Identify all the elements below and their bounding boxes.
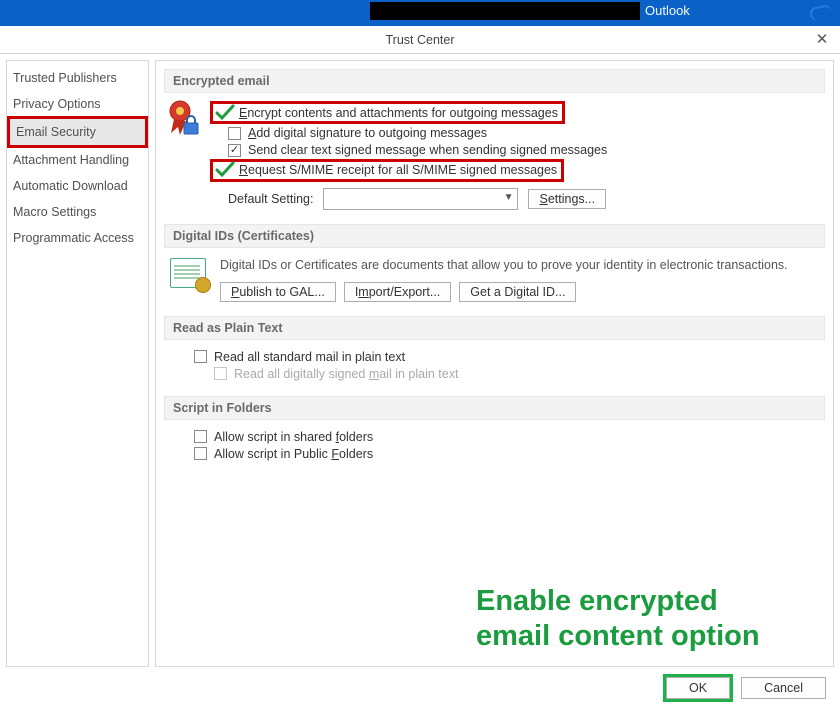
outlook-title-bar: Outlook [0, 0, 840, 26]
sidebar-item-email-security[interactable]: Email Security [10, 119, 145, 145]
highlight-email-security: Email Security [7, 116, 148, 148]
settings-panel: Encrypted email Encrypt contents and att… [155, 60, 834, 667]
checkbox-icon[interactable] [228, 127, 241, 140]
checkbox-script-shared[interactable]: Allow script in shared folders [214, 430, 373, 444]
dialog-title: Trust Center [0, 26, 840, 54]
checkbox-read-signed-plain: Read all digitally signed mail in plain … [234, 367, 458, 381]
redacted-area [370, 2, 640, 20]
sidebar-item-programmatic-access[interactable]: Programmatic Access [7, 225, 148, 251]
app-name: Outlook [645, 3, 690, 18]
green-check-icon [217, 106, 232, 120]
publish-gal-button[interactable]: Publish to GAL... [220, 282, 336, 302]
sidebar-item-trusted-publishers[interactable]: Trusted Publishers [7, 65, 148, 91]
settings-button[interactable]: Settings... [528, 189, 606, 209]
default-setting-label: Default Setting: [228, 192, 313, 206]
dialog-footer: OK Cancel [0, 667, 840, 707]
checkbox-icon[interactable] [194, 447, 207, 460]
category-sidebar: Trusted Publishers Privacy Options Email… [6, 60, 149, 667]
section-read-plain-text: Read as Plain Text [164, 316, 825, 340]
highlight-ok-button: OK [663, 674, 733, 702]
sidebar-item-privacy-options[interactable]: Privacy Options [7, 91, 148, 117]
checkbox-icon[interactable] [194, 350, 207, 363]
get-digital-id-button[interactable]: Get a Digital ID... [459, 282, 576, 302]
section-digital-ids: Digital IDs (Certificates) [164, 224, 825, 248]
checkbox-read-plain[interactable]: Read all standard mail in plain text [214, 350, 405, 364]
section-encrypted-email: Encrypted email [164, 69, 825, 93]
default-setting-dropdown[interactable]: ▼ [323, 188, 518, 210]
checkbox-clear-text[interactable]: Send clear text signed message when send… [248, 143, 607, 157]
checkbox-encrypt-outgoing[interactable]: Encrypt contents and attachments for out… [239, 106, 558, 120]
sidebar-item-macro-settings[interactable]: Macro Settings [7, 199, 148, 225]
ok-button[interactable]: OK [666, 677, 730, 699]
highlight-receipt-option: Request S/MIME receipt for all S/MIME si… [210, 159, 564, 182]
checkbox-script-public[interactable]: Allow script in Public Folders [214, 447, 373, 461]
sidebar-item-attachment-handling[interactable]: Attachment Handling [7, 147, 148, 173]
import-export-button[interactable]: Import/Export... [344, 282, 451, 302]
dialog-titlebar: Trust Center ✕ [0, 26, 840, 54]
cancel-button[interactable]: Cancel [741, 677, 826, 699]
ribbon-decoration [810, 6, 832, 25]
close-icon[interactable]: ✕ [812, 30, 832, 50]
checkbox-add-signature[interactable]: Add digital signature to outgoing messag… [248, 126, 487, 140]
digital-id-description: Digital IDs or Certificates are document… [220, 258, 819, 272]
chevron-down-icon: ▼ [504, 192, 514, 203]
checkbox-icon[interactable] [194, 430, 207, 443]
section-script-folders: Script in Folders [164, 396, 825, 420]
checkbox-icon[interactable] [228, 144, 241, 157]
instruction-annotation: Enable encrypted email content option [476, 584, 760, 654]
certificate-icon [170, 258, 206, 288]
sidebar-item-automatic-download[interactable]: Automatic Download [7, 173, 148, 199]
highlight-encrypt-option: Encrypt contents and attachments for out… [210, 101, 565, 124]
ribbon-lock-icon [166, 99, 200, 144]
green-check-icon [217, 163, 232, 177]
checkbox-icon [214, 367, 227, 380]
checkbox-smime-receipt[interactable]: Request S/MIME receipt for all S/MIME si… [239, 163, 557, 177]
